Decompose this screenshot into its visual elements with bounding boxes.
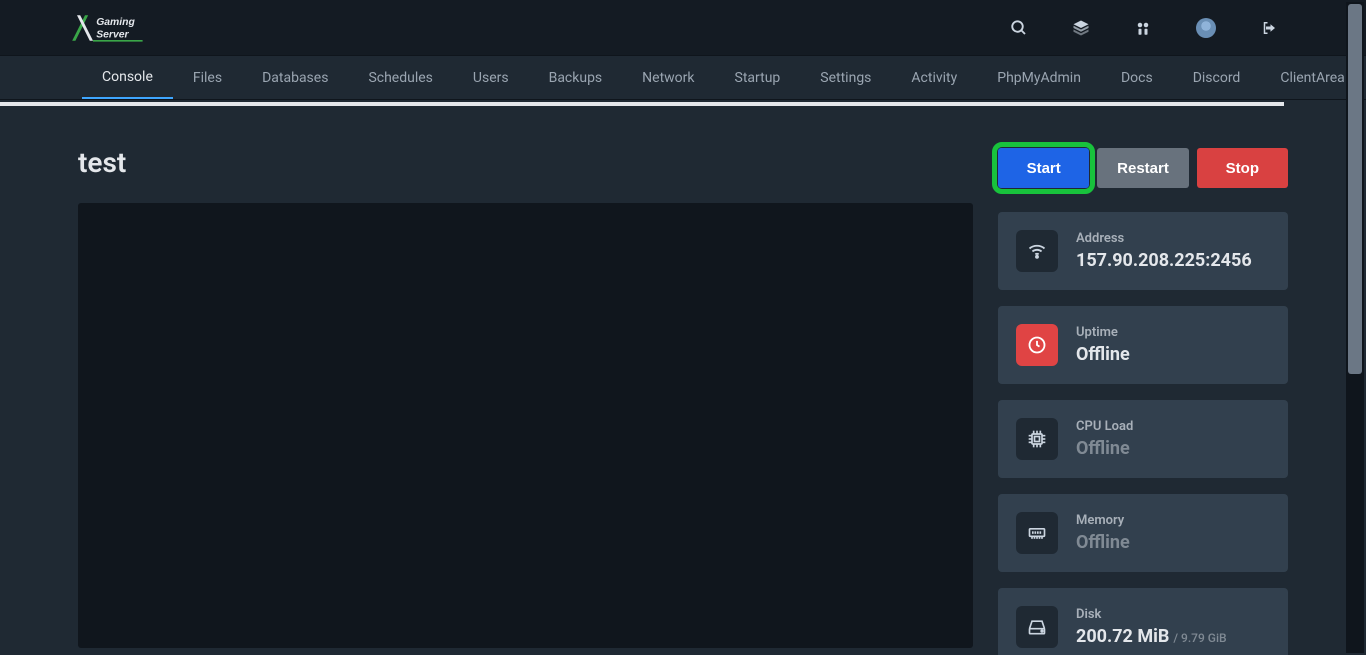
cpu-icon bbox=[1016, 418, 1058, 460]
logo-text-1: Gaming bbox=[96, 16, 135, 27]
avatar-icon[interactable] bbox=[1196, 18, 1216, 38]
tab-phpmyadmin[interactable]: PhpMyAdmin bbox=[977, 56, 1101, 99]
stat-memory-text: Memory Offline bbox=[1076, 513, 1130, 553]
tab-files[interactable]: Files bbox=[173, 56, 242, 99]
stat-address-value: 157.90.208.225:2456 bbox=[1076, 250, 1252, 271]
disk-icon bbox=[1016, 606, 1058, 648]
nav-tabs: Console Files Databases Schedules Users … bbox=[0, 55, 1366, 100]
tab-network[interactable]: Network bbox=[622, 56, 714, 99]
right-panel: Start Restart Stop Address 157.90.208.22… bbox=[998, 146, 1288, 655]
stat-disk-label: Disk bbox=[1076, 607, 1227, 622]
tab-console[interactable]: Console bbox=[82, 56, 173, 99]
top-icons bbox=[1010, 18, 1338, 38]
stat-disk-value: 200.72 MiB / 9.79 GiB bbox=[1076, 626, 1227, 647]
memory-icon bbox=[1016, 512, 1058, 554]
brand-logo[interactable]: Gaming Server bbox=[68, 12, 198, 44]
start-button[interactable]: Start bbox=[998, 148, 1089, 188]
main-content: test Start Restart Stop Address 157.90.2… bbox=[0, 106, 1366, 655]
tab-schedules[interactable]: Schedules bbox=[348, 56, 452, 99]
stat-disk-value-sub: / 9.79 GiB bbox=[1173, 631, 1226, 645]
layers-icon[interactable] bbox=[1072, 19, 1090, 37]
stat-uptime: Uptime Offline bbox=[998, 306, 1288, 384]
stat-cpu-label: CPU Load bbox=[1076, 419, 1133, 434]
tab-backups[interactable]: Backups bbox=[529, 56, 623, 99]
stat-uptime-label: Uptime bbox=[1076, 325, 1130, 340]
logo-mark: Gaming Server bbox=[68, 12, 198, 44]
start-button-label: Start bbox=[1027, 160, 1061, 177]
tab-activity[interactable]: Activity bbox=[891, 56, 977, 99]
restart-button[interactable]: Restart bbox=[1097, 148, 1188, 188]
stat-cpu-value: Offline bbox=[1076, 438, 1133, 459]
tab-docs[interactable]: Docs bbox=[1101, 56, 1173, 99]
wifi-icon bbox=[1016, 230, 1058, 272]
stat-uptime-value: Offline bbox=[1076, 344, 1130, 365]
server-title: test bbox=[78, 146, 982, 179]
tab-databases[interactable]: Databases bbox=[242, 56, 348, 99]
tab-users[interactable]: Users bbox=[453, 56, 529, 99]
logo-text-2: Server bbox=[96, 29, 129, 40]
stat-memory-label: Memory bbox=[1076, 513, 1130, 528]
stat-memory-value: Offline bbox=[1076, 532, 1130, 553]
stat-cpu: CPU Load Offline bbox=[998, 400, 1288, 478]
stat-uptime-text: Uptime Offline bbox=[1076, 325, 1130, 365]
stat-address-text: Address 157.90.208.225:2456 bbox=[1076, 231, 1252, 271]
top-bar: Gaming Server bbox=[0, 0, 1366, 55]
stat-address-label: Address bbox=[1076, 231, 1252, 246]
tab-startup[interactable]: Startup bbox=[715, 56, 801, 99]
scrollbar-thumb[interactable] bbox=[1348, 4, 1362, 374]
stat-disk-value-main: 200.72 MiB bbox=[1076, 626, 1169, 647]
clock-icon bbox=[1016, 324, 1058, 366]
stat-address: Address 157.90.208.225:2456 bbox=[998, 212, 1288, 290]
stat-memory: Memory Offline bbox=[998, 494, 1288, 572]
stop-button[interactable]: Stop bbox=[1197, 148, 1288, 188]
search-icon[interactable] bbox=[1010, 19, 1028, 37]
left-panel: test bbox=[78, 146, 982, 655]
console-terminal[interactable] bbox=[78, 203, 973, 648]
stat-disk: Disk 200.72 MiB / 9.79 GiB bbox=[998, 588, 1288, 655]
settings-icon[interactable] bbox=[1134, 19, 1152, 37]
logout-icon[interactable] bbox=[1260, 19, 1278, 37]
stat-disk-text: Disk 200.72 MiB / 9.79 GiB bbox=[1076, 607, 1227, 647]
stat-cpu-text: CPU Load Offline bbox=[1076, 419, 1133, 459]
tab-settings[interactable]: Settings bbox=[800, 56, 891, 99]
power-buttons: Start Restart Stop bbox=[998, 148, 1288, 188]
tab-discord[interactable]: Discord bbox=[1173, 56, 1261, 99]
